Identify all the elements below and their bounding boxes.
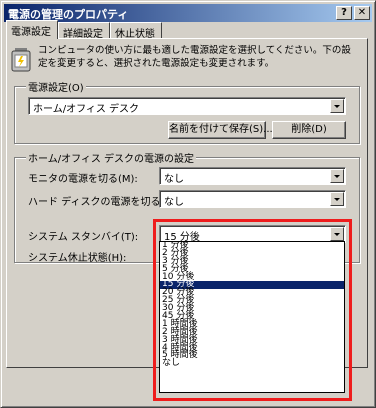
tab-hibernate[interactable]: 休止状態 xyxy=(110,22,162,40)
save-as-button[interactable]: 名前を付けて保存(S)... xyxy=(168,121,273,139)
monitor-off-value: なし xyxy=(164,174,184,185)
standby-label: システム スタンバイ(T): xyxy=(28,232,139,243)
monitor-off-label: モニタの電源を切る(M): xyxy=(28,174,138,185)
power-scheme-select[interactable]: ホーム/オフィス デスク xyxy=(28,97,346,115)
hdd-off-select[interactable]: なし xyxy=(159,190,346,208)
monitor-off-select[interactable]: なし xyxy=(159,167,346,185)
tab-power-schemes-label: 電源設定 xyxy=(11,27,51,38)
tab-power-schemes[interactable]: 電源設定 xyxy=(6,20,58,39)
power-scheme-dropdown-arrow-icon[interactable] xyxy=(330,99,344,113)
settings-group-label: ホーム/オフィス デスクの電源の設定 xyxy=(26,150,197,165)
help-button[interactable]: ? xyxy=(336,6,352,20)
red-highlight-frame xyxy=(153,219,352,401)
title-bar[interactable]: 電源の管理のプロパティ ? ✕ xyxy=(4,4,372,22)
close-button[interactable]: ✕ xyxy=(354,6,370,20)
power-scheme-value: ホーム/オフィス デスク xyxy=(33,104,140,115)
monitor-off-dropdown-arrow-icon[interactable] xyxy=(330,169,344,183)
hdd-off-value: なし xyxy=(164,197,184,208)
power-battery-icon xyxy=(11,48,31,72)
power-scheme-group-label: 電源設定(O) xyxy=(26,79,86,94)
hdd-off-dropdown-arrow-icon[interactable] xyxy=(330,192,344,206)
delete-button[interactable]: 削除(D) xyxy=(272,121,346,139)
description-text: コンピュータの使い方に最も適した電源設定を選択してください。下の設定を変更すると… xyxy=(38,45,351,69)
hibernate-label: システム休止状態(H): xyxy=(28,253,127,264)
hdd-off-label: ハード ディスクの電源を切る(I): xyxy=(28,197,175,208)
tab-advanced[interactable]: 詳細設定 xyxy=(58,22,110,40)
